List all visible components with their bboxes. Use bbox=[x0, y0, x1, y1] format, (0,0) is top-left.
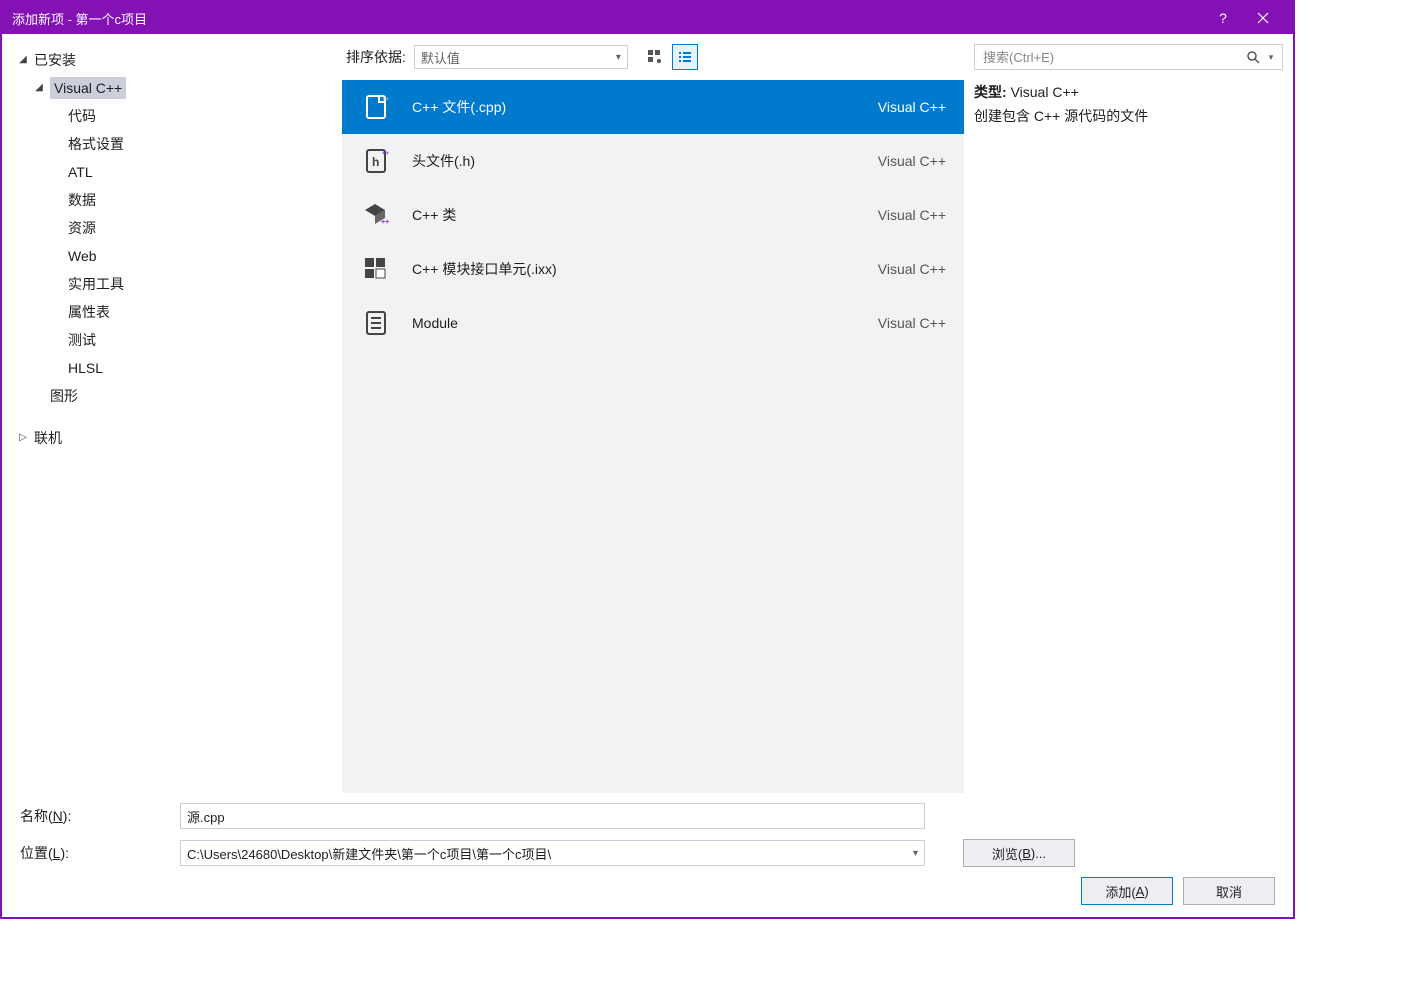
tree-node-installed[interactable]: ◢ 已安装 bbox=[10, 46, 334, 74]
template-lang: Visual C++ bbox=[878, 261, 946, 277]
view-toggle-group bbox=[642, 44, 698, 70]
template-center: 排序依据: 默认值 ▾ ++ bbox=[342, 34, 964, 793]
tree-spacer bbox=[10, 410, 334, 424]
category-sidebar: ◢ 已安装 ◢ Visual C++ 代码 格式设置 ATL 数据 资源 Web… bbox=[2, 34, 342, 793]
tree-label: ATL bbox=[68, 161, 93, 183]
view-list-button[interactable] bbox=[672, 44, 698, 70]
sort-by-value: 默认值 bbox=[421, 48, 460, 67]
template-item-module-interface[interactable]: C++ 模块接口单元(.ixx) Visual C++ bbox=[342, 242, 964, 296]
tree-label: 联机 bbox=[34, 427, 62, 449]
details-panel: ▾ 类型: Visual C++ 创建包含 C++ 源代码的文件 bbox=[964, 34, 1293, 793]
caret-down-icon: ◢ bbox=[16, 53, 30, 67]
template-name: 头文件(.h) bbox=[412, 151, 858, 171]
template-item-header-file[interactable]: h++ 头文件(.h) Visual C++ bbox=[342, 134, 964, 188]
location-row: 位置(L): C:\Users\24680\Desktop\新建文件夹\第一个c… bbox=[20, 839, 1275, 867]
template-lang: Visual C++ bbox=[878, 207, 946, 223]
location-value: C:\Users\24680\Desktop\新建文件夹\第一个c项目\第一个c… bbox=[187, 844, 913, 863]
list-view-icon bbox=[677, 49, 693, 65]
add-new-item-dialog: 添加新项 - 第一个c项目 ? ◢ 已安装 ◢ Visual C++ 代码 格式… bbox=[0, 0, 1295, 919]
name-row: 名称(N): bbox=[20, 803, 1275, 829]
template-lang: Visual C++ bbox=[878, 99, 946, 115]
name-label: 名称(N): bbox=[20, 806, 170, 826]
tree-node-resource[interactable]: 资源 bbox=[10, 214, 334, 242]
description: 创建包含 C++ 源代码的文件 bbox=[974, 104, 1283, 128]
tree-node-hlsl[interactable]: HLSL bbox=[10, 354, 334, 382]
svg-text:++: ++ bbox=[382, 97, 390, 103]
tree-label: 测试 bbox=[68, 329, 96, 351]
tree-label: 资源 bbox=[68, 217, 96, 239]
titlebar[interactable]: 添加新项 - 第一个c项目 ? bbox=[2, 2, 1293, 34]
template-name: C++ 模块接口单元(.ixx) bbox=[412, 259, 858, 279]
tree-node-visual-cpp[interactable]: ◢ Visual C++ bbox=[10, 74, 334, 102]
svg-text:++: ++ bbox=[381, 219, 389, 226]
close-button[interactable] bbox=[1243, 3, 1283, 33]
cpp-file-icon: ++ bbox=[360, 91, 392, 123]
view-grid-button[interactable] bbox=[642, 44, 668, 70]
template-lang: Visual C++ bbox=[878, 315, 946, 331]
tree-label: HLSL bbox=[68, 357, 103, 379]
tree-node-web[interactable]: Web bbox=[10, 242, 334, 270]
type-value: Visual C++ bbox=[1011, 84, 1079, 100]
caret-right-icon: ▷ bbox=[16, 431, 30, 445]
cancel-button[interactable]: 取消 bbox=[1183, 877, 1275, 905]
tree-node-format[interactable]: 格式设置 bbox=[10, 130, 334, 158]
tree-label: 数据 bbox=[68, 189, 96, 211]
header-file-icon: h++ bbox=[360, 145, 392, 177]
tree-node-online[interactable]: ▷ 联机 bbox=[10, 424, 334, 452]
tree-node-propsheet[interactable]: 属性表 bbox=[10, 298, 334, 326]
sort-by-combo[interactable]: 默认值 ▾ bbox=[414, 45, 628, 69]
svg-text:h: h bbox=[372, 155, 379, 169]
tree-label: 已安装 bbox=[34, 49, 76, 71]
template-name: C++ 类 bbox=[412, 205, 858, 225]
tree-label: Visual C++ bbox=[50, 77, 126, 99]
template-lang: Visual C++ bbox=[878, 153, 946, 169]
module-icon bbox=[360, 307, 392, 339]
search-box[interactable]: ▾ bbox=[974, 44, 1283, 70]
browse-button[interactable]: 浏览(B)... bbox=[963, 839, 1075, 867]
sort-by-label: 排序依据: bbox=[346, 47, 406, 67]
tree-node-data[interactable]: 数据 bbox=[10, 186, 334, 214]
tree-label: 属性表 bbox=[68, 301, 110, 323]
name-input[interactable] bbox=[180, 803, 925, 829]
search-button[interactable] bbox=[1242, 50, 1264, 64]
chevron-down-icon: ▾ bbox=[616, 52, 621, 63]
location-combo[interactable]: C:\Users\24680\Desktop\新建文件夹\第一个c项目\第一个c… bbox=[180, 840, 925, 866]
window-title: 添加新项 - 第一个c项目 bbox=[12, 9, 1203, 28]
template-name: Module bbox=[412, 315, 858, 331]
type-label: 类型: bbox=[974, 84, 1007, 100]
template-item-module[interactable]: Module Visual C++ bbox=[342, 296, 964, 350]
location-label: 位置(L): bbox=[20, 843, 170, 863]
svg-text:++: ++ bbox=[382, 151, 390, 157]
search-input[interactable] bbox=[983, 50, 1242, 65]
search-icon bbox=[1246, 50, 1260, 64]
close-icon bbox=[1257, 12, 1269, 24]
tree-label: 格式设置 bbox=[68, 133, 124, 155]
chevron-down-icon: ▾ bbox=[913, 848, 918, 859]
main-content: ◢ 已安装 ◢ Visual C++ 代码 格式设置 ATL 数据 资源 Web… bbox=[2, 34, 1293, 793]
add-button[interactable]: 添加(A) bbox=[1081, 877, 1173, 905]
sort-header: 排序依据: 默认值 ▾ bbox=[342, 34, 964, 80]
type-row: 类型: Visual C++ bbox=[974, 80, 1283, 104]
template-list: ++ C++ 文件(.cpp) Visual C++ h++ 头文件(.h) V… bbox=[342, 80, 964, 793]
tree-label: Web bbox=[68, 245, 97, 267]
tree-node-utility[interactable]: 实用工具 bbox=[10, 270, 334, 298]
template-item-cpp-file[interactable]: ++ C++ 文件(.cpp) Visual C++ bbox=[342, 80, 964, 134]
module-interface-icon bbox=[360, 253, 392, 285]
tree-label: 实用工具 bbox=[68, 273, 124, 295]
tree-node-graphics[interactable]: 图形 bbox=[10, 382, 334, 410]
tree-label: 图形 bbox=[50, 385, 78, 407]
grid-view-icon bbox=[647, 49, 663, 65]
bottom-panel: 名称(N): 位置(L): C:\Users\24680\Desktop\新建文… bbox=[2, 793, 1293, 917]
template-name: C++ 文件(.cpp) bbox=[412, 97, 858, 117]
search-options-dropdown[interactable]: ▾ bbox=[1264, 52, 1278, 63]
dialog-buttons: 添加(A) 取消 bbox=[20, 877, 1275, 905]
tree-node-test[interactable]: 测试 bbox=[10, 326, 334, 354]
tree-node-atl[interactable]: ATL bbox=[10, 158, 334, 186]
template-item-cpp-class[interactable]: ++ C++ 类 Visual C++ bbox=[342, 188, 964, 242]
caret-down-icon: ◢ bbox=[32, 81, 46, 95]
tree-label: 代码 bbox=[68, 105, 96, 127]
tree-node-code[interactable]: 代码 bbox=[10, 102, 334, 130]
help-button[interactable]: ? bbox=[1203, 3, 1243, 33]
cpp-class-icon: ++ bbox=[360, 199, 392, 231]
